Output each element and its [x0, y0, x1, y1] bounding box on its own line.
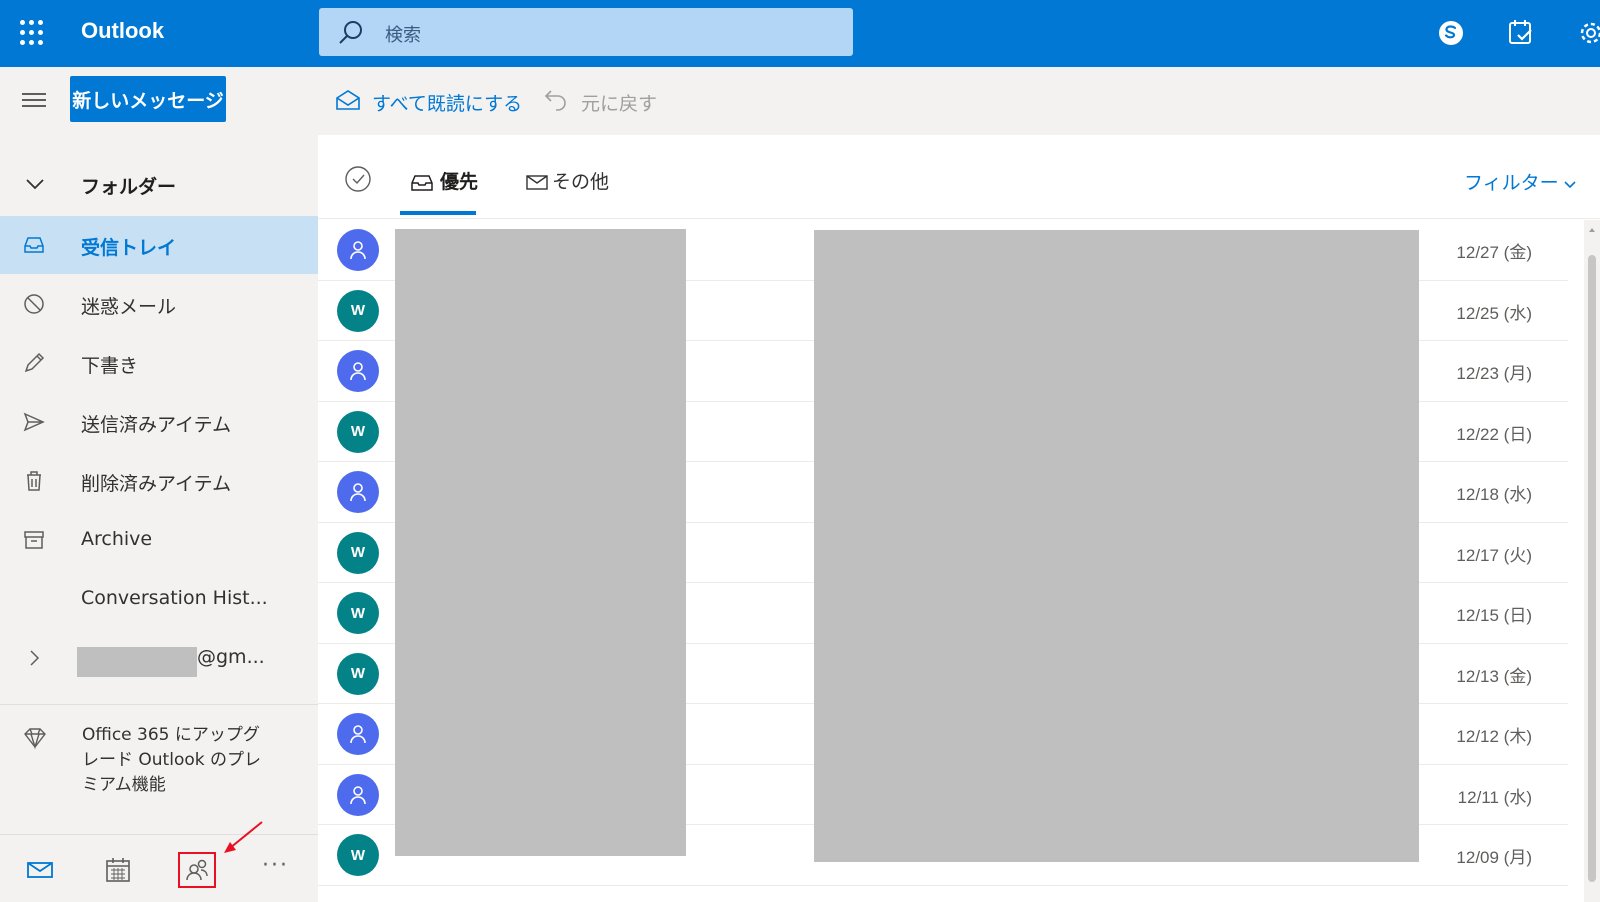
message-date: 12/13 (金): [1456, 666, 1532, 686]
mark-all-read-label: すべて既読にする: [372, 93, 523, 115]
message-date: 12/23 (月): [1456, 364, 1532, 383]
folder-label: Conversation Hist...: [81, 587, 268, 609]
account-email-suffix: @gm...: [197, 646, 265, 668]
avatar-person-icon: [337, 350, 379, 392]
search-box[interactable]: 検索: [319, 8, 853, 56]
message-date: 12/15 (日): [1456, 606, 1532, 625]
tab-other[interactable]: その他: [518, 161, 618, 215]
folder-label: 送信済みアイテム: [81, 414, 232, 436]
folder-label: 下書き: [81, 355, 139, 377]
undo-icon: [544, 90, 566, 111]
folders-header-label: フォルダー: [81, 176, 177, 198]
inbox-icon: [24, 237, 44, 253]
folder-junk[interactable]: 迷惑メール: [0, 275, 318, 333]
chevron-right-icon[interactable]: [22, 646, 46, 670]
envelope-open-icon: [336, 90, 360, 110]
mail-other-icon: [526, 175, 548, 190]
message-date: 12/27 (金): [1456, 243, 1532, 262]
hamburger-menu-icon[interactable]: [22, 93, 46, 109]
filter-label: フィルター: [1464, 172, 1559, 194]
app-launcher-icon[interactable]: [20, 20, 46, 46]
people-icon[interactable]: [182, 855, 212, 885]
top-bar: Outlook 検索: [0, 0, 1600, 67]
annotation-arrow-icon: [224, 821, 263, 853]
scrollbar-thumb[interactable]: [1588, 255, 1596, 882]
search-input[interactable]: 検索: [385, 21, 421, 47]
folders-header[interactable]: フォルダー: [0, 159, 318, 209]
folder-drafts[interactable]: 下書き: [0, 334, 318, 392]
tab-other-label: その他: [552, 171, 610, 193]
folder-sent[interactable]: 送信済みアイテム: [0, 393, 318, 451]
focused-inbox-icon: [411, 175, 433, 191]
junk-icon: [24, 294, 44, 314]
folder-label: Archive: [81, 528, 153, 550]
chevron-down-icon: [1564, 180, 1576, 188]
message-date: 12/18 (水): [1456, 485, 1532, 504]
folder-inbox[interactable]: 受信トレイ: [0, 216, 318, 274]
select-all-checkbox-icon[interactable]: [344, 165, 372, 193]
pencil-icon: [24, 352, 45, 373]
undo-button[interactable]: 元に戻す: [543, 87, 673, 115]
redacted-subjects: [814, 230, 1419, 862]
skype-icon[interactable]: [1435, 17, 1467, 49]
left-navigation: 新しいメッセージ フォルダー 受信トレイ 迷惑メール 下書き 送信済みアイテム …: [0, 67, 318, 902]
avatar-person-icon: [337, 773, 379, 816]
avatar-person-icon: [337, 229, 379, 271]
mark-all-read-button[interactable]: すべて既読にする: [334, 87, 534, 115]
diamond-icon: [24, 728, 46, 750]
avatar: W: [337, 652, 379, 695]
scroll-up-icon[interactable]: [1588, 226, 1596, 234]
avatar: W: [337, 531, 379, 574]
tab-focused-label: 優先: [440, 171, 479, 193]
trash-icon: [27, 471, 41, 491]
message-date: 12/12 (木): [1456, 727, 1532, 746]
my-day-icon[interactable]: [1505, 17, 1537, 49]
undo-label: 元に戻す: [581, 93, 658, 115]
upgrade-premium-link[interactable]: Office 365 にアップグレード Outlook のプレミアム機能: [0, 715, 318, 805]
more-apps-icon[interactable]: ···: [262, 853, 289, 878]
search-icon: [339, 21, 362, 44]
folder-label: 削除済みアイテム: [81, 473, 232, 495]
message-date: 12/11 (水): [1457, 787, 1532, 807]
chevron-down-icon: [26, 179, 44, 190]
avatar-person-icon: [337, 471, 379, 513]
module-switcher: ···: [0, 834, 318, 902]
folder-archive[interactable]: Archive: [0, 511, 318, 569]
filter-dropdown[interactable]: フィルター: [1464, 168, 1577, 195]
account-folder[interactable]: @gm...: [0, 629, 318, 687]
folder-deleted[interactable]: 削除済みアイテム: [0, 452, 318, 510]
send-icon: [23, 412, 45, 432]
tab-focused[interactable]: 優先: [400, 161, 486, 215]
folder-label: 受信トレイ: [81, 237, 177, 259]
avatar: W: [337, 410, 379, 453]
message-list-scrollbar[interactable]: [1584, 220, 1600, 902]
inbox-tabs: 優先 その他 フィルター: [318, 135, 1600, 219]
folder-label: 迷惑メール: [81, 296, 177, 318]
avatar: W: [337, 592, 379, 634]
calendar-icon[interactable]: [103, 855, 133, 885]
command-bar: すべて既読にする 元に戻す: [318, 67, 1600, 135]
new-message-button[interactable]: 新しいメッセージ: [70, 76, 226, 122]
avatar-person-icon: [337, 713, 379, 755]
message-date: 12/17 (火): [1456, 545, 1532, 565]
settings-gear-icon[interactable]: [1575, 17, 1600, 49]
divider: [0, 704, 318, 705]
message-date: 12/22 (日): [1456, 424, 1532, 444]
redacted-account-name: [77, 647, 197, 677]
folder-conversation-history[interactable]: Conversation Hist...: [0, 570, 318, 628]
app-title[interactable]: Outlook: [81, 18, 164, 44]
message-date: 12/25 (水): [1456, 303, 1532, 323]
upgrade-text: Office 365 にアップグレード Outlook のプレミアム機能: [82, 725, 261, 795]
avatar: W: [337, 289, 379, 332]
message-date: 12/09 (月): [1456, 848, 1532, 867]
mail-icon[interactable]: [25, 855, 55, 885]
tab-selected-indicator: [400, 211, 476, 215]
redacted-senders: [395, 229, 686, 856]
avatar: W: [337, 834, 379, 876]
archive-icon: [24, 531, 44, 549]
